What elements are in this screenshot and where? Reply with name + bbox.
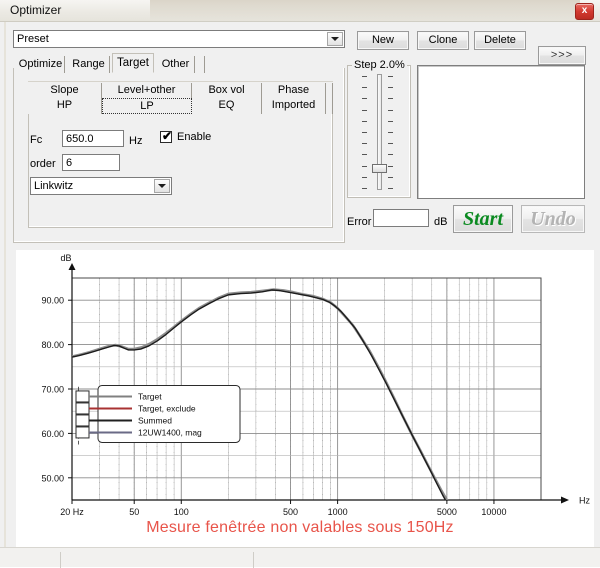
chart-svg: 90.00 80.00 70.00 60.00 50.00 dB 20 Hz 50 100 500… [16,250,594,547]
preset-value: Preset [17,33,49,45]
x-tick-label: 1000 [328,507,348,517]
fc-input[interactable] [62,130,124,147]
slider-tick [362,98,367,100]
tab-spacer [197,56,205,73]
subtab-hp[interactable]: HP [28,98,102,114]
frequency-response-chart: 90.00 80.00 70.00 60.00 50.00 dB 20 Hz 50 100 500… [16,250,594,547]
slider-tick [362,188,367,189]
subtab-eq[interactable]: EQ [192,98,262,114]
legend-label-2: Summed [138,416,172,426]
legend-checkbox-1[interactable] [75,402,90,415]
subtab-row-1: Slope Level+other Box vol Phase [28,81,333,99]
legend-label-3: 12UW1400, mag [138,428,202,438]
order-label: order [30,158,56,170]
step-groupbox-title: Step 2.0% [352,59,407,71]
subtab-level-other[interactable]: Level+other [102,83,192,99]
y-tick-label: 50.00 [41,473,64,483]
slider-tick [388,165,393,167]
y-tick-label: 80.00 [41,340,64,350]
new-button[interactable]: New [357,31,409,50]
subtab-box-vol[interactable]: Box vol [192,83,262,99]
step-slider[interactable] [360,72,398,192]
start-button[interactable]: Start [453,205,513,233]
x-axis-label: Hz [579,496,590,506]
y-tick-label: 90.00 [41,296,64,306]
enable-checkbox[interactable]: ✔ [160,129,173,143]
legend-checkbox-3[interactable] [75,426,90,439]
slider-tick [362,143,367,145]
subtab-phase[interactable]: Phase [262,83,326,99]
title-bar: Optimizer x [0,0,600,22]
tab-optimize[interactable]: Optimize [17,56,65,73]
slider-tick [388,176,393,178]
enable-label: Enable [177,131,212,143]
y-tick-label: 70.00 [41,385,64,395]
slider-tick [388,154,393,156]
y-tick-label: 60.00 [41,429,64,439]
legend-checkbox-2[interactable] [75,414,90,427]
slider-tick [388,120,393,122]
filter-type-combobox[interactable]: Linkwitz [30,177,172,195]
slider-tick [362,120,367,122]
slider-tick [362,154,367,156]
delete-button[interactable]: Delete [474,31,526,50]
fc-label: Fc [30,134,43,146]
bottom-divider-1 [60,552,61,568]
clone-button[interactable]: Clone [417,31,469,50]
tab-target[interactable]: Target [112,53,154,73]
x-tick-label: 500 [283,507,298,517]
slider-tick [362,87,367,89]
error-label: Error [347,216,372,228]
slider-tick [362,109,367,111]
x-tick-label: 20 Hz [60,507,84,517]
titlebar-gradient [150,0,580,22]
subtab-lp[interactable]: LP [102,98,192,114]
subtab-row-2: HP LP EQ Imported [28,98,333,115]
undo-button: Undo [521,205,585,233]
order-input[interactable] [62,154,120,171]
slider-tick [388,76,393,77]
legend-label-0: Target [138,392,162,402]
preset-combobox[interactable]: Preset [13,30,345,48]
warning-text: Mesure fenêtrée non valables sous 150Hz [146,519,454,536]
subtab-slope[interactable]: Slope [28,83,102,99]
fc-unit-label: Hz [129,135,143,147]
check-icon: ✔ [162,129,173,143]
slider-tick [362,76,367,77]
slider-tick [362,165,367,167]
error-input[interactable] [373,209,429,227]
log-output[interactable] [417,65,585,199]
filter-type-value: Linkwitz [34,180,74,192]
x-tick-label: 5000 [437,507,457,517]
slider-tick [388,98,393,100]
x-tick-label: 10000 [481,507,506,517]
y-axis-label: dB [60,253,71,263]
bottom-divider-2 [253,552,254,568]
x-tick-label: 50 [129,507,139,517]
slider-tick [388,188,393,189]
x-tick-label: 100 [174,507,189,517]
tab-range[interactable]: Range [68,56,110,73]
expand-more-button[interactable]: >>> [538,46,586,65]
slider-tick [388,87,393,89]
subtab-imported[interactable]: Imported [262,98,326,114]
window-title: Optimizer [10,3,62,17]
subtab-spacer-1 [326,83,333,99]
slider-tick [362,176,367,178]
subtab-spacer-2 [326,98,333,114]
close-icon[interactable]: x [575,3,594,20]
tab-other[interactable]: Other [157,56,195,73]
slider-tick [388,109,393,111]
legend-label-1: Target, exclude [138,404,196,414]
optimizer-window: Optimizer x Preset New Clone Delete >>> … [0,0,600,568]
slider-tick [388,143,393,145]
chevron-down-icon[interactable] [154,179,170,193]
slider-tick [388,132,393,133]
legend-checkbox-0[interactable] [75,390,90,403]
error-unit-label: dB [434,216,448,228]
slider-tick [362,132,367,133]
slider-thumb[interactable] [372,164,387,173]
bottom-strip [0,547,600,568]
chevron-down-icon[interactable] [327,32,343,46]
